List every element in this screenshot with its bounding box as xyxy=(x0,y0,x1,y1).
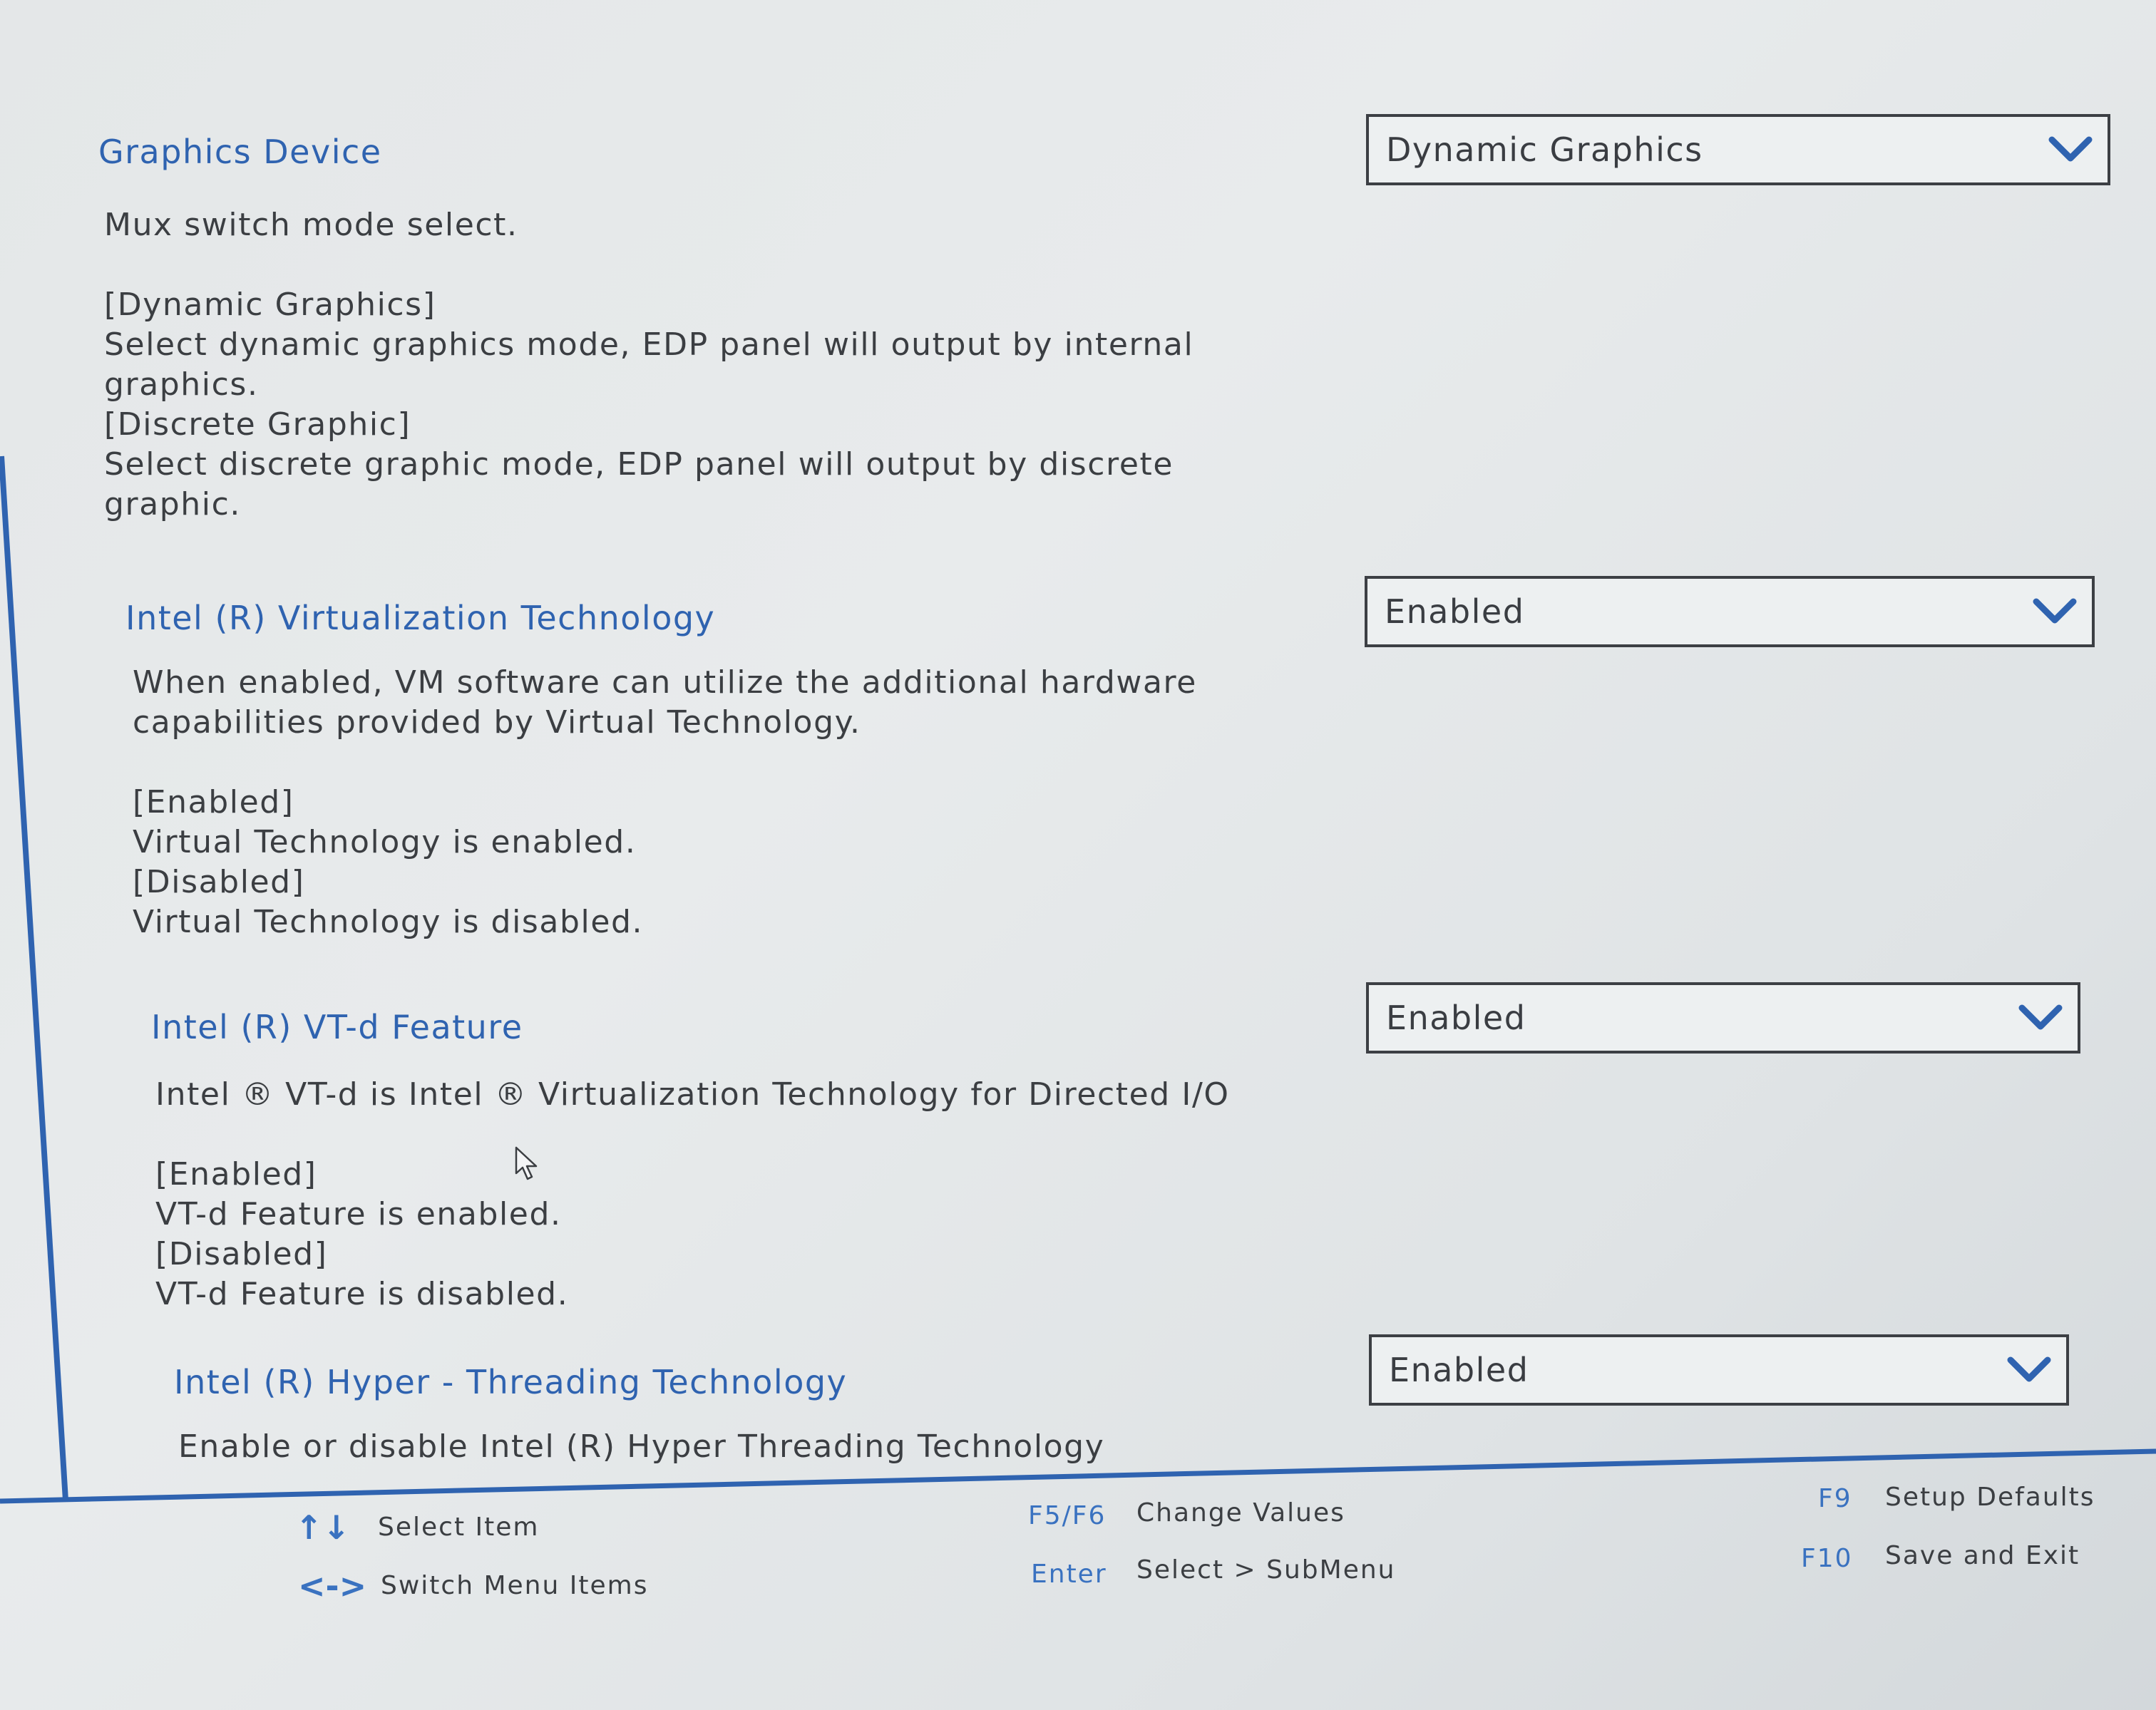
save-and-exit-label: Save and Exit xyxy=(1885,1541,2080,1570)
help-line: When enabled, VM software can utilize th… xyxy=(133,664,1197,701)
setting-title-hyper-threading: Intel (R) Hyper - Threading Technology xyxy=(174,1363,848,1401)
help-line: [Discrete Graphic] xyxy=(104,406,411,443)
bios-setup-screen: Graphics Device Dynamic Graphics Mux swi… xyxy=(0,0,2156,1710)
help-gap xyxy=(155,1115,1230,1155)
graphics-device-value: Dynamic Graphics xyxy=(1386,130,1703,169)
help-line: capabilities provided by Virtual Technol… xyxy=(133,704,861,741)
virtualization-dropdown[interactable]: Enabled xyxy=(1365,576,2095,647)
help-line: Virtual Technology is disabled. xyxy=(133,904,644,940)
help-line: [Disabled] xyxy=(133,864,305,900)
help-text-vtd: Intel ® VT-d is Intel ® Virtualization T… xyxy=(155,1075,1230,1314)
vtd-dropdown[interactable]: Enabled xyxy=(1366,982,2080,1054)
help-text-hyper-threading: Enable or disable Intel (R) Hyper Thread… xyxy=(178,1427,1104,1467)
help-line: Enable or disable Intel (R) Hyper Thread… xyxy=(178,1428,1105,1465)
help-line: Virtual Technology is enabled. xyxy=(133,824,637,860)
help-line: VT-d Feature is disabled. xyxy=(155,1276,569,1312)
help-text-graphics-device: Mux switch mode select. [Dynamic Graphic… xyxy=(104,205,1194,525)
chevron-down-icon xyxy=(2033,598,2077,624)
virtualization-value: Enabled xyxy=(1385,592,1525,631)
help-line: Intel ® VT-d is Intel ® Virtualization T… xyxy=(155,1076,1230,1113)
f10-key: F10 xyxy=(1801,1544,1853,1573)
setup-defaults-label: Setup Defaults xyxy=(1885,1483,2095,1512)
graphics-device-dropdown[interactable]: Dynamic Graphics xyxy=(1366,114,2110,185)
f5-f6-key: F5/F6 xyxy=(1028,1501,1107,1530)
setting-title-virtualization: Intel (R) Virtualization Technology xyxy=(125,599,716,637)
help-line: [Disabled] xyxy=(155,1236,328,1272)
change-values-label: Change Values xyxy=(1136,1498,1345,1528)
left-right-arrow-icon: <-> xyxy=(298,1567,367,1605)
help-line: [Enabled] xyxy=(155,1156,317,1193)
hyper-threading-dropdown[interactable]: Enabled xyxy=(1369,1334,2069,1406)
f9-key: F9 xyxy=(1818,1484,1852,1513)
help-text-virtualization: When enabled, VM software can utilize th… xyxy=(133,663,1197,942)
help-line: [Dynamic Graphics] xyxy=(104,287,436,323)
chevron-down-icon xyxy=(2048,136,2093,162)
mouse-cursor-icon xyxy=(515,1146,538,1180)
help-line: graphic. xyxy=(104,486,242,522)
select-submenu-label: Select > SubMenu xyxy=(1136,1555,1396,1585)
help-line: [Enabled] xyxy=(133,784,294,820)
setting-title-graphics-device: Graphics Device xyxy=(98,133,382,171)
help-line: Select discrete graphic mode, EDP panel … xyxy=(104,446,1174,483)
footer-key-legend: ↑↓ Select Item <-> Switch Menu Items F5/… xyxy=(0,1483,2156,1710)
enter-key: Enter xyxy=(1031,1560,1107,1589)
vtd-value: Enabled xyxy=(1386,999,1526,1037)
help-line: graphics. xyxy=(104,366,259,403)
help-line: Mux switch mode select. xyxy=(104,207,518,243)
help-line: VT-d Feature is enabled. xyxy=(155,1196,562,1232)
hyper-threading-value: Enabled xyxy=(1389,1351,1529,1389)
help-gap xyxy=(133,743,1197,783)
setting-title-vtd: Intel (R) VT-d Feature xyxy=(151,1008,523,1046)
help-line: Select dynamic graphics mode, EDP panel … xyxy=(104,326,1194,363)
help-gap xyxy=(104,245,1194,285)
chevron-down-icon xyxy=(2018,1004,2063,1030)
up-down-arrow-icon: ↑↓ xyxy=(295,1508,351,1547)
chevron-down-icon xyxy=(2007,1356,2051,1382)
switch-menu-items-label: Switch Menu Items xyxy=(381,1571,649,1600)
select-item-label: Select Item xyxy=(378,1513,540,1542)
